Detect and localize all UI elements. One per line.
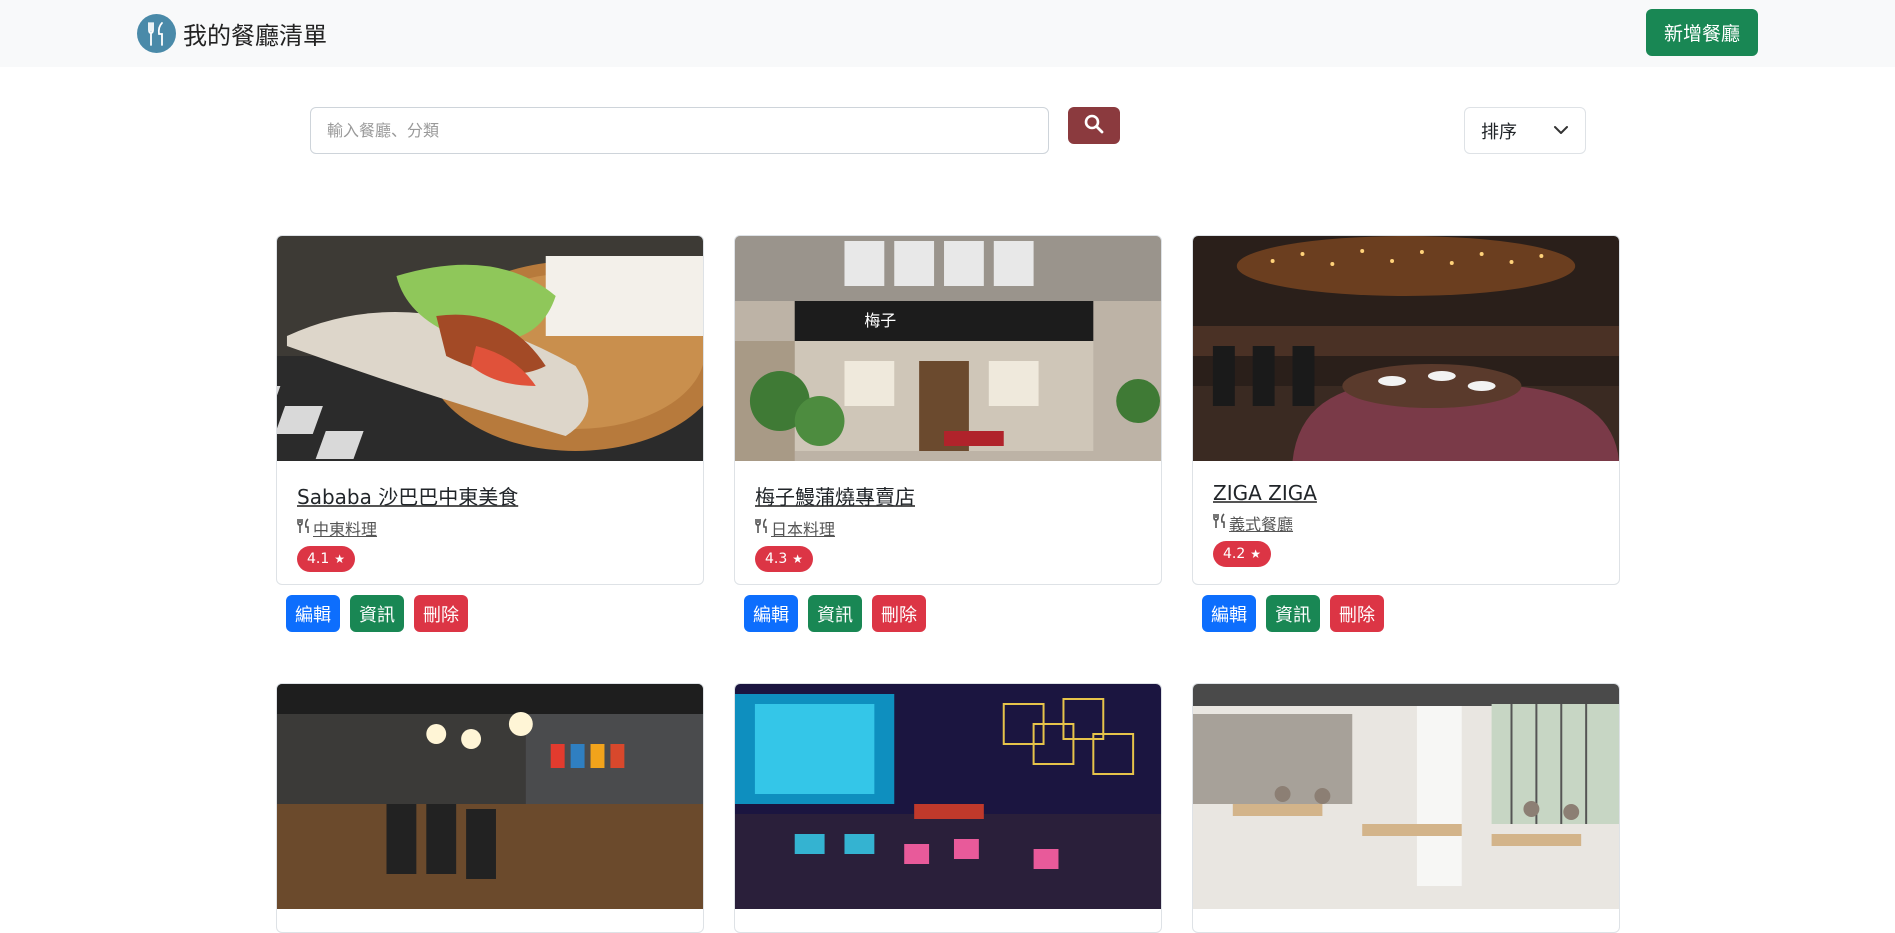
restaurant-category: 日本料理 xyxy=(755,516,1141,540)
rating-value: 4.3 xyxy=(765,551,788,567)
restaurant-photo: 梅子 xyxy=(735,236,1161,461)
category-label[interactable]: 中東料理 xyxy=(313,516,377,540)
restaurant-name-link[interactable]: ZIGA ZIGA xyxy=(1213,481,1599,505)
utensils-icon xyxy=(755,518,769,538)
rating-badge: 4.3 ★ xyxy=(755,546,814,572)
search-button[interactable] xyxy=(1068,107,1120,144)
edit-button[interactable]: 編輯 xyxy=(744,595,798,632)
utensils-logo-icon xyxy=(137,14,176,53)
category-label[interactable]: 義式餐廳 xyxy=(1229,511,1293,535)
rating-value: 4.2 xyxy=(1223,546,1246,562)
edit-button[interactable]: 編輯 xyxy=(286,595,340,632)
rating-value: 4.1 xyxy=(307,551,330,567)
brand-title: 我的餐廳清單 xyxy=(183,22,327,50)
card-actions: 編輯 資訊 刪除 xyxy=(744,595,936,632)
restaurant-card[interactable] xyxy=(734,683,1162,933)
card-actions: 編輯 資訊 刪除 xyxy=(286,595,478,632)
restaurant-category: 中東料理 xyxy=(297,516,683,540)
info-button[interactable]: 資訊 xyxy=(1266,595,1320,632)
brand[interactable]: 我的餐廳清單 xyxy=(137,14,327,53)
restaurant-name-link[interactable]: 梅子鰻蒲燒專賣店 xyxy=(755,481,1141,510)
info-button[interactable]: 資訊 xyxy=(350,595,404,632)
svg-text:梅子: 梅子 xyxy=(864,311,896,330)
restaurant-card[interactable]: ZIGA ZIGA 義式餐廳 4.2 ★ xyxy=(1192,235,1620,585)
star-icon: ★ xyxy=(792,552,804,566)
restaurant-category: 義式餐廳 xyxy=(1213,511,1599,535)
search-input[interactable] xyxy=(310,107,1049,154)
navbar: 我的餐廳清單 新增餐廳 xyxy=(0,0,1895,67)
info-button[interactable]: 資訊 xyxy=(808,595,862,632)
search-icon xyxy=(1084,114,1104,137)
restaurant-photo xyxy=(1193,236,1619,461)
restaurant-card[interactable] xyxy=(276,683,704,933)
delete-button[interactable]: 刪除 xyxy=(414,595,468,632)
restaurant-name-link[interactable]: Sababa 沙巴巴中東美食 xyxy=(297,481,683,510)
restaurant-card[interactable]: 梅子 梅子鰻蒲燒專賣店 日本料理 4.3 ★ xyxy=(734,235,1162,585)
star-icon: ★ xyxy=(334,552,346,566)
restaurant-photo xyxy=(735,684,1161,909)
sort-dropdown[interactable]: 排序 xyxy=(1464,107,1586,154)
restaurant-photo xyxy=(277,236,703,461)
rating-badge: 4.2 ★ xyxy=(1213,541,1272,567)
star-icon: ★ xyxy=(1250,547,1262,561)
edit-button[interactable]: 編輯 xyxy=(1202,595,1256,632)
restaurant-card[interactable]: Sababa 沙巴巴中東美食 中東料理 4.1 ★ xyxy=(276,235,704,585)
restaurant-card[interactable] xyxy=(1192,683,1620,933)
card-actions: 編輯 資訊 刪除 xyxy=(1202,595,1394,632)
category-label[interactable]: 日本料理 xyxy=(771,516,835,540)
add-restaurant-button[interactable]: 新增餐廳 xyxy=(1646,9,1758,56)
rating-badge: 4.1 ★ xyxy=(297,546,356,572)
chevron-down-icon xyxy=(1553,122,1569,143)
utensils-icon xyxy=(297,518,311,538)
delete-button[interactable]: 刪除 xyxy=(1330,595,1384,632)
delete-button[interactable]: 刪除 xyxy=(872,595,926,632)
utensils-icon xyxy=(1213,513,1227,533)
sort-label: 排序 xyxy=(1481,121,1517,143)
restaurant-photo xyxy=(1193,684,1619,909)
restaurant-photo xyxy=(277,684,703,909)
